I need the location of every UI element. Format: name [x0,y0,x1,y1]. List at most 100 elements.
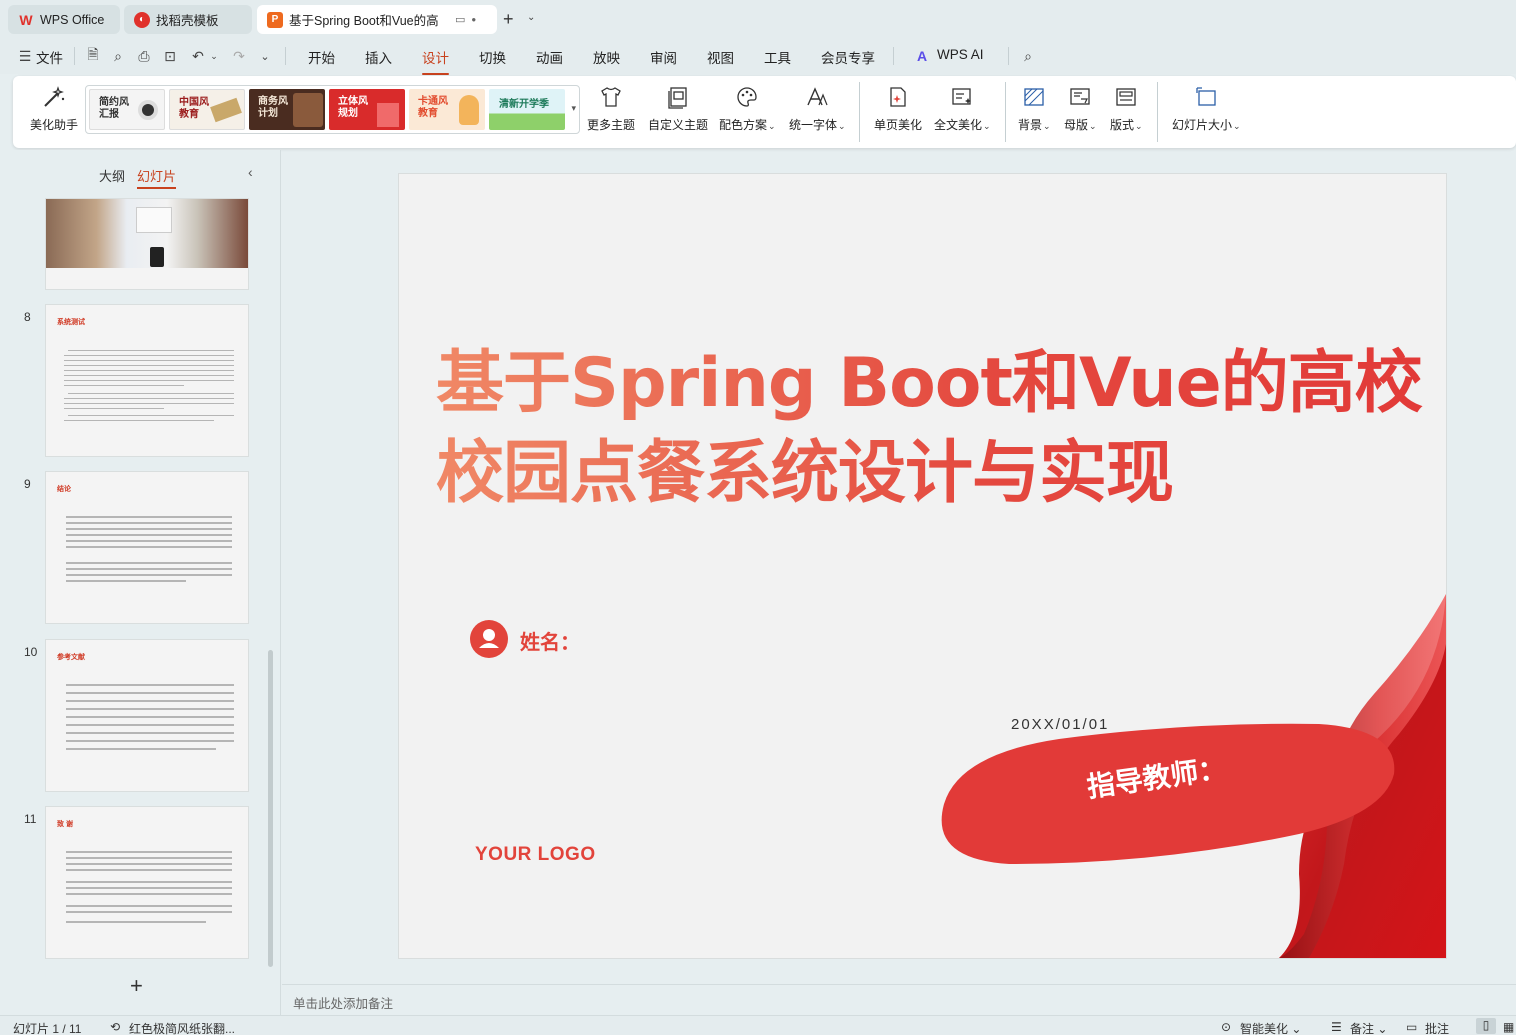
tab-docer-templates[interactable]: ◐ 找稻壳模板 [124,5,252,34]
slide-size-button[interactable]: 幻灯片大小⌄ [1172,82,1241,133]
tab-current-document[interactable]: P 基于Spring Boot和Vue的高 ▭ ● [257,5,497,34]
smart-beautify-button[interactable]: 智能美化 ⌄ [1240,1020,1301,1035]
notes-button[interactable]: 备注 ⌄ [1350,1020,1387,1035]
page-beautify-button[interactable]: 单页美化 [874,82,922,133]
chevron-down-icon[interactable]: ⌄ [527,12,535,23]
theme-name[interactable]: 红色极简风纸张翻... [129,1020,235,1035]
text-line [64,360,234,361]
more-themes-button[interactable]: 更多主题 [587,82,635,133]
theme-thumb-chinese-edu[interactable]: 中国风 教育 [169,89,245,130]
comment-button[interactable]: 批注 [1425,1020,1449,1035]
new-tab-plus-icon[interactable]: + [503,9,514,30]
notes-pane[interactable]: 单击此处添加备注 [282,984,1516,1015]
text-line [64,385,184,386]
menu-wps-ai[interactable]: WPS AI [937,47,984,62]
name-label[interactable]: 姓名： [520,626,580,655]
theme-thumb-3d-plan[interactable]: 立体风 规划 [329,89,405,130]
theme-decoration [293,93,323,127]
background-button[interactable]: 背景⌄ [1018,82,1051,133]
docer-icon: ◐ [134,11,150,28]
color-scheme-button[interactable]: 配色方案⌄ [719,82,776,133]
slide-photo-phone [150,247,164,267]
slide-canvas[interactable]: 基于Spring Boot和Vue的高校校园点餐系统设计与实现 姓名： 20XX… [399,174,1446,958]
text-line [66,732,234,734]
tab-slides[interactable]: 幻灯片 [137,166,177,189]
beautify-assistant-button[interactable]: 美化助手 [30,82,78,133]
menu-view[interactable]: 视图 [707,47,734,67]
slide-thumbnail[interactable]: 结论 [46,472,248,623]
slide-thumbnail[interactable] [46,199,248,289]
print-preview-icon[interactable]: ⊡ [161,47,179,65]
menu-home[interactable]: 开始 [308,47,335,67]
unify-font-button[interactable]: 统一字体⌄ [789,82,846,133]
theme-thumb-fresh-school[interactable]: 清新开学季 [489,89,565,130]
beautify-label: 美化助手 [30,118,79,132]
date-text[interactable]: 20XX/01/01 [1011,716,1109,733]
slide-thumbnail[interactable]: 系统测试 [46,305,248,456]
slide-thumbnail[interactable]: 致 谢 [46,807,248,958]
wps-logo-icon: W [19,11,33,28]
menu-design[interactable]: 设计 [422,47,449,75]
gallery-expand-icon[interactable]: ▾ [571,103,576,114]
divider [74,47,75,65]
wps-ai-icon: A [916,48,928,64]
menu-file[interactable]: 文件 [36,47,63,67]
search-icon[interactable]: ⌕ [1019,47,1037,65]
theme-icon: ⟲ [110,1020,121,1034]
custom-theme-button[interactable]: 自定义主题 [648,82,708,133]
divider [285,47,286,65]
redo-icon[interactable]: ↷ [230,47,248,65]
font-icon [802,82,832,112]
comment-icon: ▭ [1406,1020,1418,1034]
tab-outline[interactable]: 大纲 [99,166,125,185]
text-line [66,684,234,686]
menu-member[interactable]: 会员专享 [821,47,875,67]
menu-review[interactable]: 审阅 [650,47,677,67]
theme-thumb-simple-report[interactable]: 简约风 汇报 [89,89,165,130]
sorter-view-icon[interactable]: ▦ [1503,1020,1514,1034]
text-line [66,568,232,570]
panel-scrollbar[interactable] [268,650,273,967]
menu-transition[interactable]: 切换 [479,47,506,67]
text-line [68,415,234,416]
notes-placeholder[interactable]: 单击此处添加备注 [293,993,393,1012]
monitor-icon[interactable]: ▭ [455,13,465,26]
slide-thumbnail[interactable]: 参考文献 [46,640,248,791]
chevron-down-icon: ⌄ [838,121,846,131]
theme-decoration [138,100,158,120]
normal-view-icon[interactable]: ▯ [1476,1018,1496,1034]
menu-slideshow[interactable]: 放映 [593,47,620,67]
menu-insert[interactable]: 插入 [365,47,392,67]
notes-label: 备注 [1350,1022,1375,1035]
magic-wand-icon [39,82,69,112]
unsaved-dot-icon[interactable]: ● [471,15,476,24]
save-icon[interactable]: 🗎 [84,46,102,65]
text-line [66,905,232,907]
master-button[interactable]: 母版⌄ [1064,82,1097,133]
collapse-panel-icon[interactable]: ‹ [248,164,253,180]
menu-tools[interactable]: 工具 [764,47,791,67]
layout-button[interactable]: 版式⌄ [1110,82,1143,133]
format-painter-icon[interactable]: ⌕ [109,47,127,65]
title-bar: W WPS Office ◐ 找稻壳模板 P 基于Spring Boot和Vue… [0,0,1516,38]
text-line [68,350,234,351]
hamburger-menu-icon[interactable]: ☰ [16,47,34,65]
text-line [66,740,234,742]
tab-wps-office[interactable]: W WPS Office [8,5,120,34]
text-line [66,708,234,710]
theme-thumb-business-plan[interactable]: 商务风 计划 [249,89,325,130]
print-icon[interactable]: ⎙ [135,47,153,65]
logo-text[interactable]: YOUR LOGO [475,844,596,866]
undo-dropdown-icon[interactable]: ⌄ [205,47,223,65]
document-sparkle-icon [947,82,977,112]
shirt-icon [596,82,626,112]
more-chevron-icon[interactable]: ⌄ [256,47,274,65]
full-beautify-button[interactable]: 全文美化⌄ [934,82,991,133]
theme-thumb-cartoon-edu[interactable]: 卡通风 教育 [409,89,485,130]
unify-font-label: 统一字体 [789,118,838,132]
text-line [66,857,232,859]
add-slide-plus-icon[interactable]: + [130,973,143,999]
menu-animation[interactable]: 动画 [536,47,563,67]
smart-beautify-icon: ⊙ [1221,1020,1232,1034]
slide-title[interactable]: 基于Spring Boot和Vue的高校校园点餐系统设计与实现 [436,339,1426,519]
